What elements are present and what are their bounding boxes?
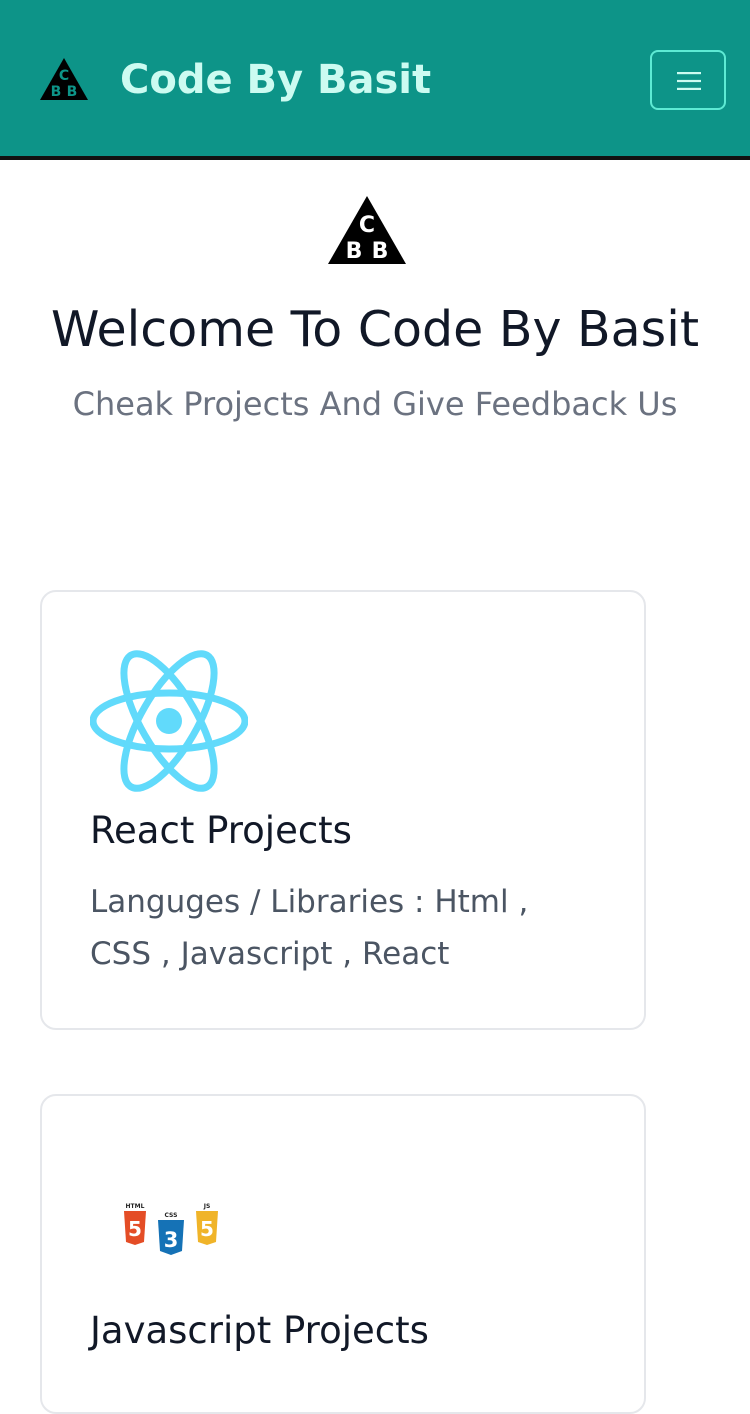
svg-text:5: 5: [200, 1217, 214, 1241]
cbb-logo-icon[interactable]: C B B: [40, 58, 88, 100]
project-card-javascript[interactable]: HTML 5 CSS 3 JS 5 Javascript Projects: [40, 1094, 646, 1414]
menu-toggle-button[interactable]: [650, 50, 726, 110]
svg-text:B: B: [372, 239, 389, 264]
svg-text:C: C: [59, 68, 69, 84]
card-title: React Projects: [90, 809, 352, 852]
card-description: Languges / Libraries : Html , CSS , Java…: [90, 884, 529, 972]
hamburger-menu-icon: [677, 72, 701, 90]
svg-text:5: 5: [128, 1217, 142, 1241]
svg-text:3: 3: [164, 1228, 179, 1252]
svg-text:B: B: [51, 84, 62, 100]
brand-name[interactable]: Code By Basit: [120, 52, 431, 108]
html-css-js-icon: HTML 5 CSS 3 JS 5: [124, 1203, 218, 1255]
react-icon: [90, 650, 248, 792]
project-card-react[interactable]: React Projects Languges / Libraries : Ht…: [40, 590, 646, 1030]
svg-text:B: B: [346, 239, 363, 264]
card-title: Javascript Projects: [90, 1309, 429, 1352]
svg-text:B: B: [67, 84, 78, 100]
css-label: CSS: [165, 1212, 178, 1219]
js-label: JS: [203, 1203, 211, 1210]
html-label: HTML: [126, 1203, 145, 1210]
page-title: Welcome To Code By Basit: [50, 301, 700, 358]
navbar: C B B Code By Basit: [0, 0, 750, 160]
page-subtitle: Cheak Projects And Give Feedback Us: [72, 385, 678, 423]
svg-text:C: C: [359, 213, 375, 238]
cbb-logo-large-icon: C B B: [328, 196, 406, 264]
